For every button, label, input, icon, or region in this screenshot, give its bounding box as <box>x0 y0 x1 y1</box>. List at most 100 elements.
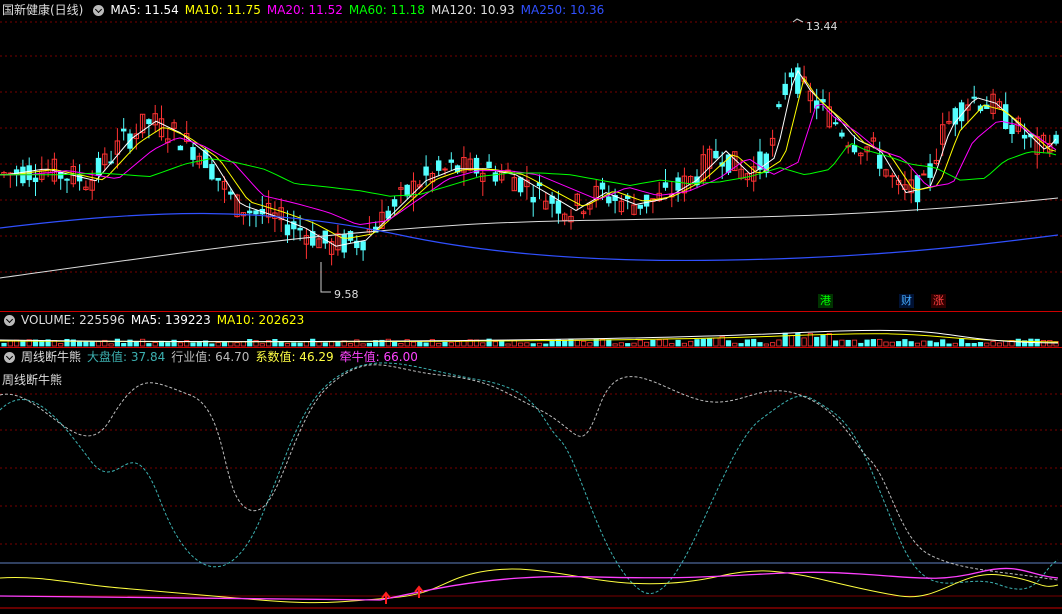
volume-bar <box>221 341 228 347</box>
volume-bar <box>461 340 467 347</box>
marker-gang[interactable]: 港 <box>818 294 833 308</box>
volume-bar <box>152 342 158 347</box>
volume-bar <box>518 342 524 347</box>
volume-bar <box>700 338 706 347</box>
volume-bar <box>398 343 404 347</box>
candle-body <box>190 147 196 160</box>
volume-bar <box>990 340 996 347</box>
volume-bar <box>896 341 902 347</box>
volume-bar <box>139 338 146 347</box>
candle-body <box>814 100 820 109</box>
volume-value: VOLUME: 225596 <box>21 313 125 327</box>
volume-bar <box>751 338 757 347</box>
volume-bar <box>644 341 650 347</box>
volume-bar <box>902 339 908 347</box>
volume-bar <box>234 342 240 347</box>
candle-body <box>713 150 719 159</box>
volume-bar <box>1003 340 1009 347</box>
candle-body <box>436 160 442 171</box>
volume-bar <box>814 336 820 347</box>
volume-bar <box>933 342 940 347</box>
candle-body <box>637 204 643 209</box>
volume-bar <box>436 342 442 347</box>
volume-bar <box>121 342 127 347</box>
low-label: 9.58 <box>334 288 359 301</box>
volume-bar <box>864 339 870 347</box>
volume-bar <box>713 337 719 347</box>
volume-bar <box>908 341 914 347</box>
volume-bar <box>883 341 889 347</box>
candle-body <box>958 102 965 122</box>
volume-bar <box>946 343 952 347</box>
volume-bar <box>297 342 303 347</box>
volume-bar <box>839 339 845 347</box>
volume-bar <box>650 339 656 347</box>
volume-bar <box>1 342 7 347</box>
volume-bar <box>669 343 675 347</box>
qianniu-line <box>0 567 1059 601</box>
high-label: 13.44 <box>806 20 838 33</box>
candle-body <box>391 199 398 207</box>
volume-bar <box>524 342 530 347</box>
indicator-header: 周线断牛熊 大盘值: 37.84 行业值: 64.70 系数值: 46.29 牵… <box>0 348 1062 366</box>
volume-bar <box>732 342 738 347</box>
volume-bar <box>927 340 933 347</box>
candle-body <box>788 72 795 78</box>
volume-bar <box>858 342 864 347</box>
marker-zhang[interactable]: 涨 <box>931 294 946 308</box>
volume-bar <box>310 338 316 347</box>
marker-cai[interactable]: 财 <box>899 294 914 308</box>
volume-bar <box>587 342 593 347</box>
volume-bar <box>562 340 568 347</box>
candle-body <box>297 227 303 231</box>
volume-bar <box>1015 338 1021 347</box>
candle-body <box>341 234 347 253</box>
candle-body <box>177 145 184 151</box>
volume-bar <box>165 342 171 347</box>
volume-bar <box>820 335 826 347</box>
volume-bar <box>826 333 832 347</box>
ma5-line <box>0 69 1057 247</box>
volume-bar <box>322 342 328 347</box>
volume-bar <box>618 342 625 347</box>
candle-body <box>448 159 455 163</box>
volume-bar <box>631 342 637 347</box>
volume-ma5: MA5: 139223 <box>130 313 211 327</box>
candle-body <box>215 177 221 181</box>
candle-body <box>782 83 788 96</box>
dropdown-icon[interactable] <box>4 351 15 363</box>
volume-bar <box>788 335 795 347</box>
candle-body <box>360 241 366 251</box>
candle-body <box>253 210 259 215</box>
volume-bar <box>347 343 354 347</box>
volume-bar <box>637 339 643 347</box>
volume-bar <box>448 342 454 347</box>
volume-bar <box>247 339 253 347</box>
volume-bar <box>240 341 246 347</box>
volume-bar <box>209 343 215 347</box>
volume-bar <box>530 343 536 347</box>
dropdown-icon[interactable] <box>4 314 15 326</box>
candle-body <box>517 177 524 193</box>
volume-bar <box>833 340 839 347</box>
candle-body <box>921 173 927 176</box>
volume-bar <box>454 341 461 347</box>
volume-bar <box>581 340 587 347</box>
volume-bar <box>971 343 977 347</box>
hangye-line <box>0 364 1059 581</box>
volume-header: VOLUME: 225596 MA5: 139223 MA10: 202623 <box>0 311 1062 329</box>
volume-bar <box>606 339 612 347</box>
volume-bar <box>284 343 291 347</box>
candle-body <box>146 119 152 125</box>
volume-bar <box>757 342 763 347</box>
volume-bar <box>272 339 278 347</box>
volume-bar <box>146 343 152 347</box>
candle-body <box>555 200 562 214</box>
volume-bar <box>675 339 681 347</box>
volume-bar <box>492 341 499 347</box>
candle-body <box>228 191 234 195</box>
volume-bar <box>782 332 788 347</box>
ma60-line <box>0 143 1057 197</box>
volume-bar <box>612 343 618 347</box>
volume-bar <box>385 338 391 347</box>
